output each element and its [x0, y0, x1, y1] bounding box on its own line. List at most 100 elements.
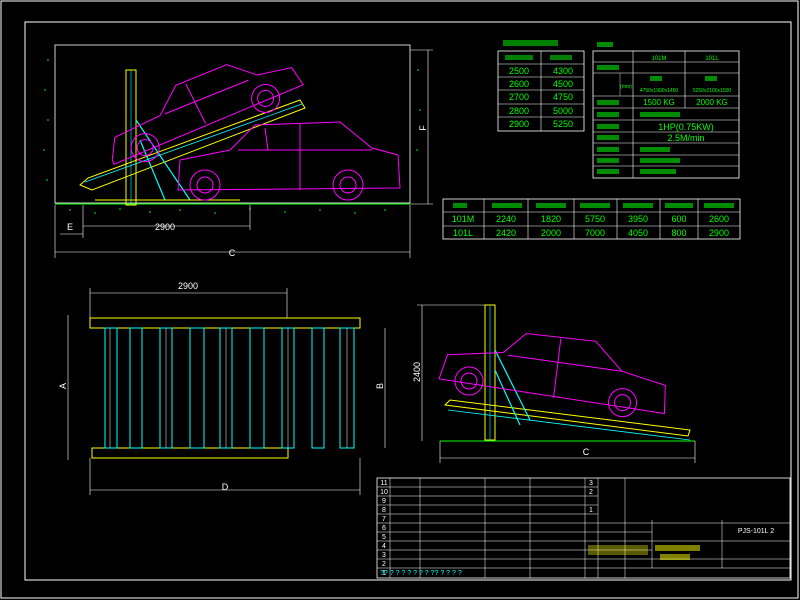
spec-weight-101l: 2000 KG — [696, 98, 728, 107]
spec-row-label-glyph — [597, 65, 619, 70]
title-block: 1 2 3 4 5 6 7 8 9 10 11 1 2 3 PJS-101L 2… — [376, 477, 791, 579]
dim-c-label: C — [229, 248, 236, 258]
drawing-code: PJS-101L 2 — [738, 528, 774, 535]
title-row-number: 2 — [382, 561, 386, 568]
small-cell: 2900 — [509, 119, 529, 129]
pit-outline — [54, 44, 411, 204]
small-cell: 4300 — [553, 66, 573, 76]
plan-dim-b-label: B — [375, 383, 385, 389]
title-row-number: 4 — [382, 543, 386, 550]
title-row-number: 8 — [382, 507, 386, 514]
spec-cell-glyph — [640, 158, 680, 163]
spec-col-101m: 101M — [651, 56, 666, 62]
spec-row-label-glyph — [597, 169, 619, 174]
spec-row-label-glyph — [597, 135, 619, 140]
dim-cell: 2420 — [496, 228, 516, 238]
dim-header-glyph — [536, 203, 566, 208]
plan-rail — [311, 327, 325, 449]
title-question-row: ?? ? ? ? ? ? ? ? ?? ? ? ? ? — [380, 570, 462, 577]
plan-rail — [104, 327, 118, 449]
spec-table: 101M 101L (mm) 4750x1900x1450 5250x2100x… — [592, 42, 740, 179]
plan-rail — [129, 327, 143, 449]
small-cell: 2500 — [509, 66, 529, 76]
dim-header-glyph — [623, 203, 653, 208]
inner-frame — [24, 21, 792, 581]
spec-row-label-glyph — [597, 42, 613, 47]
title-row-number: 10 — [380, 489, 388, 496]
spec-row-label-glyph — [597, 158, 619, 163]
spec-cell-glyph — [705, 76, 717, 81]
spec-cell-glyph — [640, 112, 680, 117]
dim-cell: 5750 — [585, 214, 605, 224]
title-row-number: 5 — [382, 534, 386, 541]
small-cell: 2600 — [509, 79, 529, 89]
small-cell: 5000 — [553, 106, 573, 116]
side-platform — [443, 399, 691, 437]
small-cell: 2800 — [509, 106, 529, 116]
spec-cell-glyph — [650, 76, 662, 81]
dim-header-glyph — [453, 203, 467, 208]
dim-cell: 2000 — [541, 228, 561, 238]
dim-cell: 101L — [453, 228, 473, 238]
small-cell: 2700 — [509, 92, 529, 102]
spec-unit-mm: (mm) — [620, 84, 632, 90]
title-block-border — [376, 477, 791, 579]
dim-e-label: E — [67, 222, 73, 232]
elevation-view-two-cars: C 2900 E F — [43, 44, 433, 258]
spec-col-101l: 101L — [705, 56, 719, 62]
spec-cell-glyph — [640, 147, 670, 152]
small-cell: 4500 — [553, 79, 573, 89]
small-cell: 4750 — [553, 92, 573, 102]
title-mid-number: 2 — [589, 489, 593, 496]
spec-row-label-glyph — [597, 124, 619, 129]
plan-dim-2900-label: 2900 — [178, 281, 198, 291]
spec-dims-101l: 5250x2100x1500 — [693, 88, 732, 94]
title-name-glyphs-2 — [660, 554, 690, 560]
lower-car — [177, 121, 401, 201]
small-table-header-glyphs — [503, 40, 558, 46]
title-row-number: 6 — [382, 525, 386, 532]
dim-2900-label: 2900 — [155, 222, 175, 232]
side-dim-2400-label: 2400 — [412, 362, 422, 382]
dim-cell: 2240 — [496, 214, 516, 224]
title-row-number: 11 — [380, 480, 387, 487]
plan-top-beam — [89, 317, 361, 329]
plan-rail — [249, 327, 265, 449]
small-cell: 5250 — [553, 119, 573, 129]
title-company-glyphs — [588, 545, 648, 555]
upper-car — [111, 64, 304, 165]
dim-cell: 3950 — [628, 214, 648, 224]
title-mid-number: 3 — [589, 480, 593, 487]
title-row-number: 9 — [382, 498, 386, 505]
title-name-glyphs — [655, 545, 700, 551]
platform-rail — [84, 103, 303, 183]
spec-cell-glyph — [640, 169, 676, 174]
plan-dim-a-label: A — [58, 383, 68, 389]
dim-header-glyph — [665, 203, 693, 208]
spec-power: 1HP(0.75KW) — [658, 122, 714, 132]
dim-cell: 7000 — [585, 228, 605, 238]
cad-drawing-canvas: C 2900 E F 2500 4300 2600 4500 2700 4750… — [0, 0, 799, 599]
small-table-col-header-1 — [505, 55, 533, 60]
spec-row-label-glyph — [597, 112, 619, 117]
dim-cell: 4050 — [628, 228, 648, 238]
side-view-single-car: 2400 C — [412, 304, 696, 463]
plan-dim-d-label: D — [222, 482, 229, 492]
outer-frame — [0, 0, 799, 599]
spec-weight-101m: 1500 KG — [643, 98, 675, 107]
spec-speed: 2.5M/min — [667, 133, 704, 143]
dim-header-glyph — [704, 203, 734, 208]
dim-cell: 800 — [671, 228, 686, 238]
small-size-table: 2500 4300 2600 4500 2700 4750 2800 5000 … — [497, 40, 585, 132]
spec-row-label-glyph — [597, 147, 619, 152]
side-car — [438, 333, 666, 418]
title-row-number: 7 — [382, 516, 386, 523]
plan-bottom-beam — [91, 447, 289, 459]
dim-cell: 2900 — [709, 228, 729, 238]
dim-cell: 2600 — [709, 214, 729, 224]
dim-cell: 600 — [671, 214, 686, 224]
small-table-col-header-2 — [550, 55, 572, 60]
title-row-number: 3 — [382, 552, 386, 559]
dimension-table: 101M 2240 1820 5750 3950 600 2600 101L 2… — [442, 198, 741, 240]
title-mid-number: 1 — [589, 507, 593, 514]
